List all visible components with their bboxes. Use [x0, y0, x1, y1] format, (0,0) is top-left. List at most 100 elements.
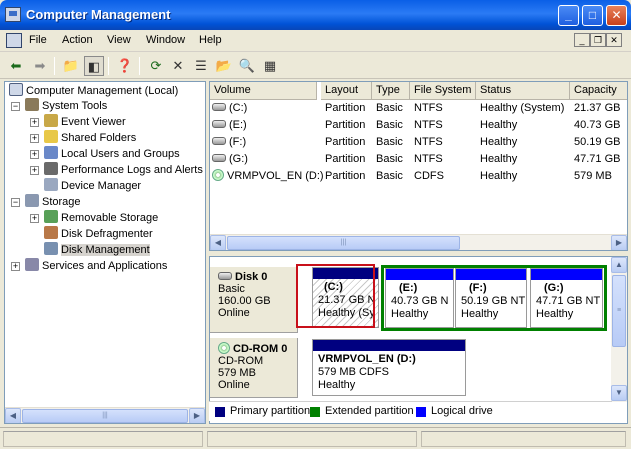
up-folder-icon[interactable]: 📁 — [61, 56, 81, 76]
legend-primary: Primary partition — [230, 405, 311, 417]
tree-horizontal-scrollbar[interactable]: ◀ ||| ▶ — [5, 407, 205, 423]
scroll-up-button[interactable]: ▲ — [611, 257, 627, 273]
status-section — [421, 431, 626, 447]
storage-icon — [25, 194, 39, 207]
open-folder-icon[interactable]: 📂 — [214, 56, 234, 76]
expand-system-tools[interactable]: − — [11, 102, 20, 111]
disk-icon — [212, 154, 226, 162]
tree-perf-logs[interactable]: Performance Logs and Alerts — [44, 162, 203, 178]
mdi-restore-button[interactable]: ❐ — [590, 33, 606, 47]
menu-window[interactable]: Window — [146, 34, 185, 46]
mdi-minimize-button[interactable]: _ — [574, 33, 590, 47]
tree-system-tools[interactable]: System Tools — [25, 98, 107, 114]
column-layout[interactable]: Layout — [321, 82, 372, 100]
column-capacity[interactable]: Capacity — [570, 82, 627, 100]
column-status[interactable]: Status — [476, 82, 570, 100]
services-icon — [25, 258, 39, 271]
console-tree: Computer Management (Local) − System Too… — [4, 81, 206, 424]
legend-extended: Extended partition — [325, 405, 414, 417]
cdrom-0-label[interactable]: CD-ROM 0 CD-ROM 579 MB Online — [210, 338, 298, 398]
column-type[interactable]: Type — [372, 82, 410, 100]
disk-icon — [212, 137, 226, 145]
delete-icon[interactable]: ✕ — [168, 56, 188, 76]
disk-0-label[interactable]: Disk 0 Basic 160.00 GB Online — [210, 267, 298, 333]
search-icon[interactable]: 🔍 — [237, 56, 257, 76]
scroll-thumb[interactable]: ||| — [227, 236, 460, 250]
device-manager-icon — [44, 178, 58, 191]
scroll-right-button[interactable]: ▶ — [189, 408, 205, 423]
list-horizontal-scrollbar[interactable]: ◀ ||| ▶ — [210, 234, 627, 250]
expand-services-apps[interactable]: + — [11, 262, 20, 271]
graph-vertical-scrollbar[interactable]: ▲ ≡ ▼ — [611, 257, 627, 402]
system-tools-icon — [25, 98, 39, 111]
menu-action[interactable]: Action — [62, 34, 93, 46]
partition-legend: Primary partition Extended partition Log… — [209, 401, 612, 421]
tree-local-users[interactable]: Local Users and Groups — [44, 146, 180, 162]
volume-list: Volume Layout Type File System Status Ca… — [209, 81, 628, 251]
scroll-thumb[interactable]: ||| — [22, 409, 188, 423]
expand-event-viewer[interactable]: + — [30, 118, 39, 127]
partition-e[interactable]: (E:) 40.73 GB N Healthy — [385, 268, 454, 328]
column-file-system[interactable]: File System — [410, 82, 476, 100]
expand-local-users[interactable]: + — [30, 150, 39, 159]
menu-help[interactable]: Help — [199, 34, 222, 46]
minimize-button[interactable]: _ — [558, 5, 579, 26]
disk-management-icon — [44, 242, 58, 255]
tree-storage[interactable]: Storage — [25, 194, 81, 210]
disk-icon — [212, 103, 226, 111]
expand-storage[interactable]: − — [11, 198, 20, 207]
scroll-left-button[interactable]: ◀ — [210, 235, 226, 250]
removable-storage-icon — [44, 210, 58, 223]
refresh-icon[interactable]: ⟳ — [146, 56, 166, 76]
window-title: Computer Management — [26, 7, 171, 22]
expand-shared-folders[interactable]: + — [30, 134, 39, 143]
show-hide-tree-icon[interactable]: ◧ — [84, 56, 104, 76]
tree-shared-folders[interactable]: Shared Folders — [44, 130, 136, 146]
column-volume[interactable]: Volume — [210, 82, 317, 100]
legend-swatch-primary — [215, 407, 225, 417]
scroll-down-button[interactable]: ▼ — [611, 385, 627, 401]
legend-logical: Logical drive — [431, 405, 493, 417]
menu-file[interactable]: File — [29, 34, 47, 46]
partition-f[interactable]: (F:) 50.19 GB NT Healthy — [455, 268, 527, 328]
tree-removable-storage[interactable]: Removable Storage — [44, 210, 158, 226]
properties-icon[interactable]: ❓ — [115, 56, 135, 76]
defragmenter-icon — [44, 226, 58, 239]
legend-swatch-extended — [310, 407, 320, 417]
scroll-left-button[interactable]: ◀ — [5, 408, 21, 423]
tree-disk-defragmenter[interactable]: Disk Defragmenter — [44, 226, 153, 242]
maximize-button[interactable]: □ — [582, 5, 603, 26]
selection-highlight — [296, 264, 375, 328]
computer-management-icon — [5, 7, 21, 22]
shared-folder-icon — [44, 130, 58, 143]
title-bar[interactable]: Computer Management _ □ ✕ — [0, 0, 631, 30]
tree-disk-management[interactable]: Disk Management — [44, 242, 150, 258]
partition-d[interactable]: VRMPVOL_EN (D:) 579 MB CDFS Healthy — [312, 339, 466, 396]
tree-device-manager[interactable]: Device Manager — [44, 178, 141, 194]
scroll-right-button[interactable]: ▶ — [611, 235, 627, 250]
forward-arrow-icon[interactable]: ➡ — [30, 56, 50, 76]
users-icon — [44, 146, 58, 159]
event-viewer-icon — [44, 114, 58, 127]
tree-root[interactable]: Computer Management (Local) — [9, 83, 178, 99]
cd-icon — [212, 169, 224, 181]
expand-removable-storage[interactable]: + — [30, 214, 39, 223]
computer-icon — [9, 83, 23, 96]
mdi-close-button[interactable]: ✕ — [606, 33, 622, 47]
scroll-thumb[interactable]: ≡ — [612, 275, 626, 347]
expand-perf-logs[interactable]: + — [30, 166, 39, 175]
back-arrow-icon[interactable]: ⬅ — [6, 56, 26, 76]
console-icon[interactable] — [6, 33, 22, 48]
toolbar: ⬅ ➡ 📁 ◧ ❓ ⟳ ✕ ☰ 📂 🔍 ▦ — [0, 53, 631, 79]
help-topics-icon[interactable]: ▦ — [260, 56, 280, 76]
menu-view[interactable]: View — [107, 34, 131, 46]
properties-sheet-icon[interactable]: ☰ — [191, 56, 211, 76]
status-bar — [0, 427, 631, 449]
tree-event-viewer[interactable]: Event Viewer — [44, 114, 126, 130]
disk-graphical-view: Disk 0 Basic 160.00 GB Online (C:) 21.37… — [209, 256, 628, 424]
tree-services-apps[interactable]: Services and Applications — [25, 258, 167, 274]
disk-icon — [218, 272, 232, 280]
cd-icon — [218, 342, 230, 354]
partition-g[interactable]: (G:) 47.71 GB NT Healthy — [530, 268, 603, 328]
close-button[interactable]: ✕ — [606, 5, 627, 26]
